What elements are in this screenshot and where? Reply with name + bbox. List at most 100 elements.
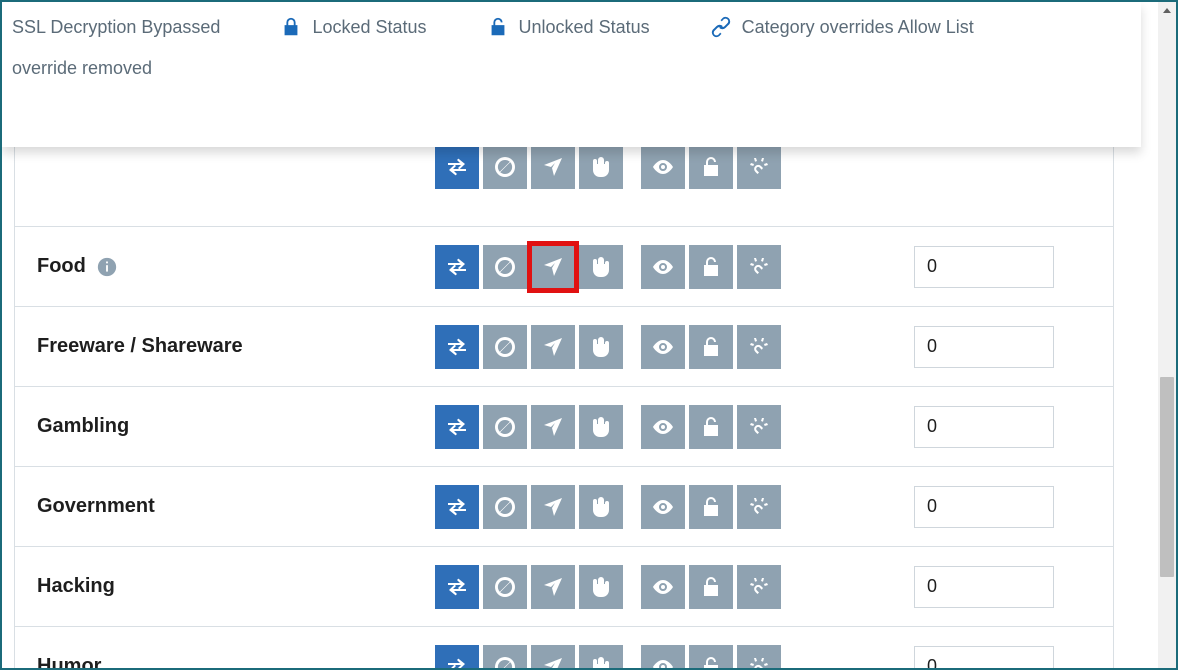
inherit-icon <box>445 335 469 359</box>
value-input[interactable] <box>914 566 1054 608</box>
inherit-icon-button[interactable] <box>435 245 479 289</box>
action-strip <box>435 565 781 609</box>
value-input[interactable] <box>914 246 1054 288</box>
table-row <box>15 147 1113 227</box>
block-icon-button[interactable] <box>483 145 527 189</box>
legend-locked-label: Locked Status <box>312 17 426 38</box>
block-icon-button[interactable] <box>483 565 527 609</box>
unlock-icon-button[interactable] <box>689 645 733 670</box>
chain-break-icon <box>747 255 771 279</box>
view-icon-button[interactable] <box>641 245 685 289</box>
stop-icon-button[interactable] <box>579 645 623 670</box>
action-strip <box>435 645 781 670</box>
chain-break-icon-button[interactable] <box>737 145 781 189</box>
stop-icon-button[interactable] <box>579 485 623 529</box>
view-icon <box>651 495 675 519</box>
unlock-icon-button[interactable] <box>689 145 733 189</box>
unlock-icon-button[interactable] <box>689 405 733 449</box>
inherit-icon <box>445 415 469 439</box>
inherit-icon <box>445 495 469 519</box>
view-icon <box>651 155 675 179</box>
chain-icon <box>710 16 732 38</box>
view-icon <box>651 655 675 670</box>
legend-override-allow: Category overrides Allow List <box>710 16 974 38</box>
stop-icon-button[interactable] <box>579 565 623 609</box>
chain-break-icon <box>747 415 771 439</box>
category-name: Hacking <box>37 575 115 598</box>
inherit-icon-button[interactable] <box>435 145 479 189</box>
view-icon-button[interactable] <box>641 565 685 609</box>
block-icon-button[interactable] <box>483 245 527 289</box>
value-input[interactable] <box>914 646 1054 670</box>
category-table: FoodFreeware / SharewareGamblingGovernme… <box>14 147 1114 670</box>
stop-icon <box>589 155 613 179</box>
info-icon[interactable] <box>96 256 118 278</box>
view-icon-button[interactable] <box>641 485 685 529</box>
view-icon-button[interactable] <box>641 325 685 369</box>
stop-icon-button[interactable] <box>579 405 623 449</box>
chain-break-icon-button[interactable] <box>737 565 781 609</box>
unlock-icon-button[interactable] <box>689 325 733 369</box>
view-icon <box>651 335 675 359</box>
legend-locked: Locked Status <box>280 16 426 38</box>
bypass-icon <box>541 495 565 519</box>
unlock-icon-button[interactable] <box>689 565 733 609</box>
view-icon <box>651 415 675 439</box>
block-icon-button[interactable] <box>483 405 527 449</box>
block-icon-button[interactable] <box>483 645 527 670</box>
scroll-up-button[interactable] <box>1158 2 1176 20</box>
chain-break-icon <box>747 335 771 359</box>
unlock-icon <box>699 255 723 279</box>
scroll-thumb[interactable] <box>1160 377 1174 577</box>
block-icon-button[interactable] <box>483 485 527 529</box>
bypass-icon-button[interactable] <box>531 645 575 670</box>
inherit-icon <box>445 655 469 670</box>
inherit-icon-button[interactable] <box>435 645 479 670</box>
view-icon-button[interactable] <box>641 405 685 449</box>
action-strip <box>435 405 781 449</box>
action-strip <box>435 145 781 189</box>
action-strip <box>435 325 781 369</box>
bypass-icon-button[interactable] <box>531 145 575 189</box>
chain-break-icon-button[interactable] <box>737 405 781 449</box>
view-icon-button[interactable] <box>641 645 685 670</box>
stop-icon-button[interactable] <box>579 325 623 369</box>
view-icon-button[interactable] <box>641 145 685 189</box>
value-input[interactable] <box>914 406 1054 448</box>
inherit-icon <box>445 155 469 179</box>
value-input[interactable] <box>914 486 1054 528</box>
unlock-icon <box>487 16 509 38</box>
block-icon <box>493 575 517 599</box>
bypass-icon-button[interactable] <box>531 565 575 609</box>
unlock-icon <box>699 155 723 179</box>
legend-unlocked-label: Unlocked Status <box>519 17 650 38</box>
scrollbar[interactable] <box>1158 2 1176 668</box>
value-input[interactable] <box>914 326 1054 368</box>
legend-override-allow-label: Category overrides Allow List <box>742 17 974 38</box>
inherit-icon-button[interactable] <box>435 325 479 369</box>
stop-icon-button[interactable] <box>579 145 623 189</box>
inherit-icon-button[interactable] <box>435 485 479 529</box>
table-row: Food <box>15 227 1113 307</box>
bypass-icon-button[interactable] <box>531 325 575 369</box>
category-name: Gambling <box>37 415 129 438</box>
stop-icon-button[interactable] <box>579 245 623 289</box>
block-icon-button[interactable] <box>483 325 527 369</box>
category-name: Food <box>37 255 86 278</box>
bypass-icon-button[interactable] <box>531 405 575 449</box>
chain-break-icon <box>747 575 771 599</box>
chain-break-icon-button[interactable] <box>737 325 781 369</box>
chain-break-icon-button[interactable] <box>737 245 781 289</box>
bypass-icon-button[interactable] <box>531 245 575 289</box>
inherit-icon-button[interactable] <box>435 565 479 609</box>
unlock-icon-button[interactable] <box>689 245 733 289</box>
block-icon <box>493 335 517 359</box>
bypass-icon-button[interactable] <box>531 485 575 529</box>
chain-break-icon-button[interactable] <box>737 485 781 529</box>
chain-break-icon-button[interactable] <box>737 645 781 670</box>
unlock-icon-button[interactable] <box>689 485 733 529</box>
legend-override-removed-label: override removed <box>12 58 152 78</box>
stop-icon <box>589 335 613 359</box>
inherit-icon-button[interactable] <box>435 405 479 449</box>
category-name: Government <box>37 495 155 518</box>
